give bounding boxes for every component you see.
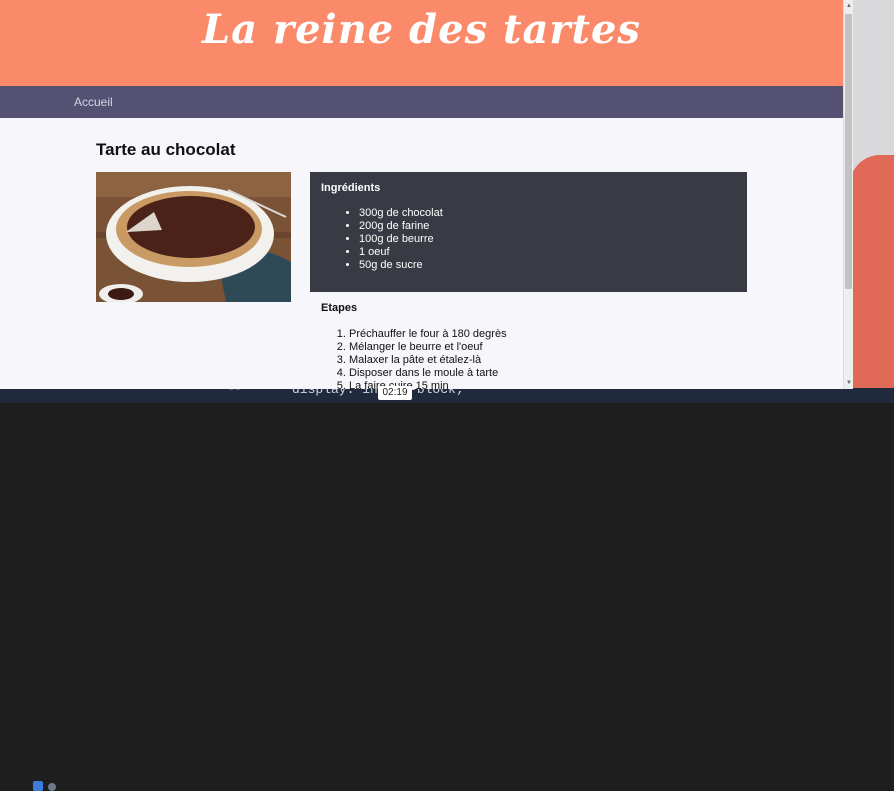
ingredients-heading: Ingrédients [321,182,381,194]
chocolate-tart-image [96,172,291,302]
scrollbar-thumb[interactable] [845,14,852,289]
ingredient-item: 300g de chocolat [359,207,736,220]
site-header: La reine des tartes [0,0,843,86]
ingredient-item: 1 oeuf [359,246,736,259]
steps-section: Etapes Préchauffer le four à 180 degrès … [321,302,741,389]
step-item: Mélanger le beurre et l'oeuf [349,341,741,354]
ingredient-item: 100g de beurre [359,233,736,246]
nav-link-accueil[interactable]: Accueil [74,95,113,109]
navbar: Accueil [0,86,843,118]
vscode-icon[interactable] [33,781,43,791]
page-scrollbar[interactable]: ▲ ▼ [843,0,853,389]
ingredients-panel: Ingrédients 300g de chocolat 200g de far… [310,172,747,292]
browser-viewport: La reine des tartes Accueil Tarte au cho… [0,0,843,389]
scroll-down-arrow-icon[interactable]: ▼ [845,379,853,387]
steps-heading: Etapes [321,302,358,314]
ingredient-item: 200g de farine [359,220,736,233]
site-title: La reine des tartes [202,6,641,53]
account-icon[interactable] [48,783,56,791]
step-item: Disposer dans le moule à tarte [349,367,741,380]
step-item: Malaxer la pâte et étalez-là [349,354,741,367]
steps-list: Préchauffer le four à 180 degrès Mélange… [321,328,741,389]
scroll-up-arrow-icon[interactable]: ▲ [845,2,853,10]
recipe-title: Tarte au chocolat [96,140,236,159]
step-item: Préchauffer le four à 180 degrès [349,328,741,341]
ingredients-list: 300g de chocolat 200g de farine 100g de … [321,207,736,272]
recipe-photo [96,172,291,302]
desktop-accent-shape [850,155,894,395]
video-timestamp: 02:19 [378,386,412,400]
ingredient-item: 50g de sucre [359,259,736,272]
